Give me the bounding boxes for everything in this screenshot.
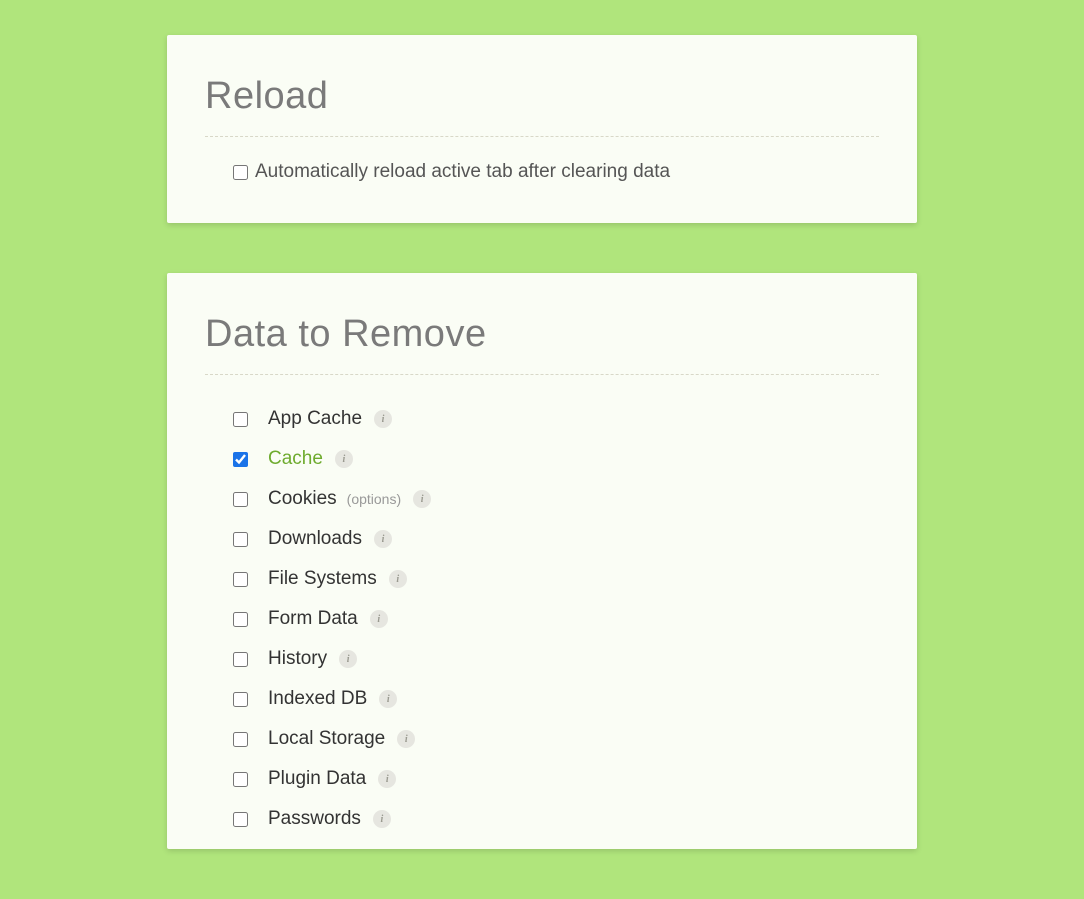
info-icon[interactable]: i — [378, 770, 396, 788]
reload-checkbox[interactable] — [233, 165, 248, 180]
data-item: Downloads i — [205, 519, 879, 559]
info-icon[interactable]: i — [374, 530, 392, 548]
data-item-label[interactable]: Indexed DB — [268, 688, 367, 710]
data-to-remove-card: Data to Remove App CacheiCacheiCookies(o… — [167, 273, 917, 849]
data-item: Plugin Data i — [205, 759, 879, 799]
data-item-label[interactable]: Form Data — [268, 608, 358, 630]
data-item: Indexed DB i — [205, 679, 879, 719]
data-item-label[interactable]: Plugin Data — [268, 768, 366, 790]
data-checkbox[interactable] — [233, 492, 248, 507]
divider — [205, 136, 879, 137]
data-item: Form Data i — [205, 599, 879, 639]
reload-title: Reload — [205, 75, 879, 118]
data-item: Local Storage i — [205, 719, 879, 759]
info-icon[interactable]: i — [379, 690, 397, 708]
info-icon[interactable]: i — [374, 410, 392, 428]
options-link[interactable]: (options) — [347, 491, 401, 507]
data-checkbox[interactable] — [233, 532, 248, 547]
data-checkbox[interactable] — [233, 812, 248, 827]
data-item: File Systems i — [205, 559, 879, 599]
data-item-label[interactable]: Passwords — [268, 808, 361, 830]
data-checkbox[interactable] — [233, 692, 248, 707]
data-checkbox[interactable] — [233, 412, 248, 427]
data-item-label[interactable]: App Cache — [268, 408, 362, 430]
data-item: Cookies (options) i — [205, 479, 879, 519]
data-item: App Cache i — [205, 399, 879, 439]
divider — [205, 374, 879, 375]
data-checkbox[interactable] — [233, 732, 248, 747]
info-icon[interactable]: i — [370, 610, 388, 628]
info-icon[interactable]: i — [339, 650, 357, 668]
data-checkbox[interactable] — [233, 612, 248, 627]
data-item-label[interactable]: History — [268, 648, 327, 670]
reload-row: Automatically reload active tab after cl… — [205, 161, 879, 193]
info-icon[interactable]: i — [413, 490, 431, 508]
reload-checkbox-label[interactable]: Automatically reload active tab after cl… — [255, 161, 670, 183]
data-item-label[interactable]: Local Storage — [268, 728, 385, 750]
data-checkbox[interactable] — [233, 452, 248, 467]
data-item-label[interactable]: Cache — [268, 448, 323, 470]
data-item: Passwords i — [205, 799, 879, 839]
data-checkbox[interactable] — [233, 772, 248, 787]
data-item: Cachei — [205, 439, 879, 479]
data-checkbox[interactable] — [233, 652, 248, 667]
info-icon[interactable]: i — [335, 450, 353, 468]
data-to-remove-title: Data to Remove — [205, 313, 879, 356]
data-item-label[interactable]: Downloads — [268, 528, 362, 550]
data-checkbox[interactable] — [233, 572, 248, 587]
info-icon[interactable]: i — [397, 730, 415, 748]
info-icon[interactable]: i — [389, 570, 407, 588]
data-item-label[interactable]: File Systems — [268, 568, 377, 590]
reload-card: Reload Automatically reload active tab a… — [167, 35, 917, 223]
data-list: App CacheiCacheiCookies(options)iDownloa… — [205, 399, 879, 839]
data-item: History i — [205, 639, 879, 679]
data-item-label[interactable]: Cookies — [268, 488, 337, 510]
info-icon[interactable]: i — [373, 810, 391, 828]
